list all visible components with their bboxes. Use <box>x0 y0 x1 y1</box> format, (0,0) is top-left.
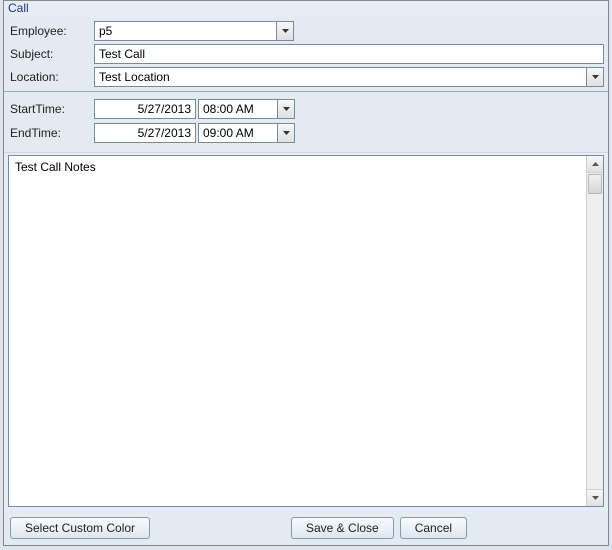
chevron-down-icon <box>282 29 289 33</box>
location-combo[interactable] <box>94 67 604 87</box>
select-custom-color-button[interactable]: Select Custom Color <box>10 517 150 539</box>
end-time-combo[interactable] <box>198 123 295 143</box>
end-date-input[interactable] <box>94 123 196 143</box>
subject-input[interactable] <box>94 44 604 64</box>
start-time-combo[interactable] <box>198 99 295 119</box>
start-time-dropdown-button[interactable] <box>277 100 294 118</box>
start-time-input[interactable] <box>199 100 277 118</box>
location-dropdown-button[interactable] <box>586 68 603 86</box>
notes-textarea[interactable] <box>9 156 586 506</box>
chevron-down-icon <box>592 75 599 79</box>
chevron-up-icon <box>592 162 599 166</box>
chevron-down-icon <box>283 131 290 135</box>
endtime-label: EndTime: <box>8 126 94 140</box>
cancel-button[interactable]: Cancel <box>400 517 467 539</box>
end-time-input[interactable] <box>199 124 277 142</box>
call-dialog: Call Employee: Subject: Location: <box>3 0 609 546</box>
location-label: Location: <box>8 70 94 84</box>
time-section: StartTime: EndTime: <box>4 92 608 153</box>
starttime-label: StartTime: <box>8 102 94 116</box>
scroll-down-button[interactable] <box>587 489 603 506</box>
start-date-input[interactable] <box>94 99 196 119</box>
subject-label: Subject: <box>8 47 94 61</box>
employee-dropdown-button[interactable] <box>276 22 293 40</box>
chevron-down-icon <box>283 107 290 111</box>
notes-container <box>8 155 604 507</box>
scroll-up-button[interactable] <box>587 156 603 173</box>
dialog-title: Call <box>4 1 608 17</box>
end-time-dropdown-button[interactable] <box>277 124 294 142</box>
chevron-down-icon <box>592 496 599 500</box>
button-bar: Select Custom Color Save & Close Cancel <box>4 511 608 545</box>
employee-input[interactable] <box>95 22 276 40</box>
save-close-button[interactable]: Save & Close <box>291 517 394 539</box>
employee-label: Employee: <box>8 24 94 38</box>
form-header: Employee: Subject: Location: <box>4 17 608 92</box>
employee-combo[interactable] <box>94 21 294 41</box>
location-input[interactable] <box>95 68 586 86</box>
scroll-thumb[interactable] <box>588 174 602 194</box>
notes-scrollbar[interactable] <box>586 156 603 506</box>
